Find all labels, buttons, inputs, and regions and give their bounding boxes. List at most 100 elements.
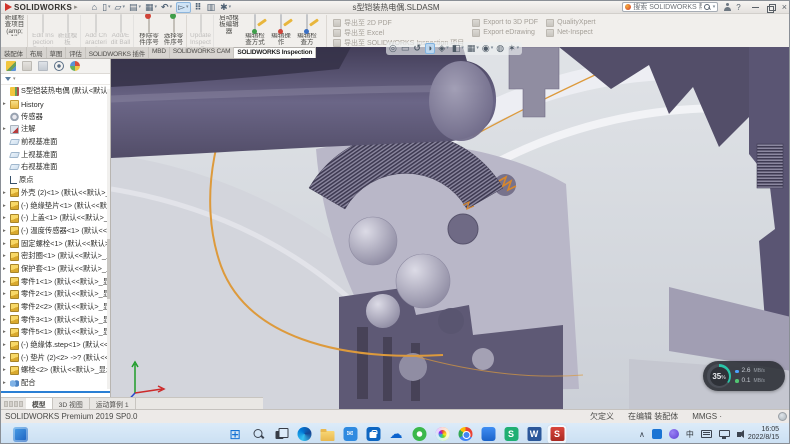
hide-show-items-icon[interactable]: ◉▾ <box>482 44 493 53</box>
help-button[interactable]: ? <box>736 3 740 12</box>
command-tab[interactable]: SOLIDWORKS Inspection <box>234 47 316 58</box>
expand-arrow-icon[interactable]: ▸ <box>3 279 8 285</box>
tree-item[interactable]: ▸ 外壳 (2)<1> (默认<<默认>_显示状 <box>1 187 110 200</box>
expand-arrow-icon[interactable]: ▸ <box>3 355 8 361</box>
login-icon[interactable] <box>723 3 731 11</box>
zoom-area-icon[interactable]: ▭ <box>401 44 411 53</box>
speaker-icon[interactable] <box>737 432 741 437</box>
command-tab[interactable]: 评估 <box>66 47 86 58</box>
tab-scroll-buttons[interactable] <box>1 398 26 409</box>
tray-expand-icon[interactable]: ∧ <box>639 430 645 439</box>
rebuild-icon[interactable]: ⠿ <box>195 3 203 12</box>
tree-item[interactable]: ▸ (-) 绝缘体.step<1> (默认<<默认> <box>1 339 110 352</box>
search-input[interactable]: 搜索 SOLIDWORKS 帮助 ▾ <box>622 2 718 12</box>
tree-item[interactable]: ▸ 零件3<1> (默认<<默认>_显示状态 <box>1 313 110 326</box>
tree-item[interactable]: ▸ 零件2<2> (默认<<默认>_显示状态 <box>1 301 110 314</box>
tree-split-bar[interactable] <box>1 391 110 393</box>
status-globe-icon[interactable] <box>778 412 787 421</box>
expand-arrow-icon[interactable]: ▸ <box>3 329 8 335</box>
task-view-icon[interactable] <box>272 425 291 444</box>
featuremanager-tree-tab[interactable] <box>6 61 16 71</box>
tree-item[interactable]: ▸ History <box>1 98 110 111</box>
3d-model-scene[interactable] <box>111 47 790 409</box>
expand-arrow-icon[interactable]: ▸ <box>3 317 8 323</box>
home-icon[interactable]: ⌂ <box>92 3 98 12</box>
tree-item[interactable]: 上视基准面 <box>1 148 110 161</box>
3d-viewport[interactable] <box>111 47 790 409</box>
tree-item[interactable]: S型铠装热电偶 (默认<默认_显示状态-1 <box>1 85 110 98</box>
new-document-icon[interactable]: ▯▾ <box>102 3 110 12</box>
expand-arrow-icon[interactable]: ▸ <box>3 253 8 259</box>
display-icon[interactable] <box>719 430 730 437</box>
model-tab[interactable]: 模型 <box>26 398 53 409</box>
tree-scrollbar[interactable] <box>107 89 110 389</box>
taskbar-clock[interactable]: 16:05 2022/8/15 <box>748 426 783 442</box>
filter-dropdown-icon[interactable]: ▾ <box>13 76 16 82</box>
view-orientation-icon[interactable]: ◧▾ <box>452 44 464 53</box>
apply-scene-icon[interactable]: ✶▾ <box>508 44 519 53</box>
expand-arrow-icon[interactable]: ▸ <box>3 342 8 348</box>
tree-item[interactable]: ▸ 配合 <box>1 377 110 390</box>
tree-item[interactable]: ▸ 零件1<1> (默认<<默认>_显示状态 <box>1 275 110 288</box>
display-style-icon[interactable]: ▦▾ <box>467 44 479 53</box>
export-menu-item[interactable]: 导出至 Excel <box>333 28 464 37</box>
export-menu-item[interactable]: Export eDrawing <box>472 28 538 37</box>
tree-item[interactable]: 原点 <box>1 174 110 187</box>
green-app-icon[interactable] <box>410 425 429 444</box>
section-view-icon[interactable]: ◑ <box>425 43 435 54</box>
filter-icon[interactable] <box>5 77 11 81</box>
expand-arrow-icon[interactable]: ▸ <box>3 215 8 221</box>
export-menu-item[interactable]: 导出至 2D PDF <box>333 18 464 27</box>
model-tab[interactable]: 运动算例 1 <box>90 398 136 409</box>
zoom-fit-icon[interactable]: ◎ <box>389 44 398 53</box>
expand-arrow-icon[interactable]: ▸ <box>3 228 8 234</box>
search-dropdown-icon[interactable]: ▾ <box>713 4 716 10</box>
options-icon[interactable]: ✱▾ <box>220 3 231 12</box>
file-explorer-icon[interactable] <box>318 425 337 444</box>
command-tab[interactable]: 草图 <box>47 47 67 58</box>
tree-item[interactable]: 传感器 <box>1 110 110 123</box>
file-properties-icon[interactable]: ▥ <box>207 3 217 12</box>
expand-arrow-icon[interactable]: ▸ <box>3 266 8 272</box>
ime-mode-indicator[interactable]: 中 <box>686 429 694 440</box>
expand-arrow-icon[interactable]: ▸ <box>3 304 8 310</box>
solidworks-logo[interactable]: SOLIDWORKS ▸ <box>1 3 82 12</box>
model-tab[interactable]: 3D 视图 <box>53 398 90 409</box>
ime-keyboard-icon[interactable] <box>701 430 712 438</box>
tree-item[interactable]: 前视基准面 <box>1 136 110 149</box>
expand-arrow-icon[interactable]: ▸ <box>3 203 8 209</box>
menu-expand-icon[interactable]: ▸ <box>74 3 78 11</box>
tray-app-purple-icon[interactable] <box>669 429 679 439</box>
onedrive-icon[interactable]: ☁ <box>387 425 406 444</box>
tree-item[interactable]: 右视基准面 <box>1 161 110 174</box>
open-icon[interactable]: ▱▾ <box>115 3 125 12</box>
export-menu-item[interactable]: Export to 3D PDF <box>472 18 538 27</box>
expand-arrow-icon[interactable]: ▸ <box>3 291 8 297</box>
export-menu-item[interactable]: Net-Inspect <box>546 28 596 37</box>
search-icon[interactable] <box>249 425 268 444</box>
performance-float-widget[interactable]: 35% 2.6MB/s 0.1MB/s <box>703 361 785 391</box>
tree-item[interactable]: ▸ (-) 垫片 (2)<2> ->? (默认<<默认 <box>1 351 110 364</box>
edit-appearance-icon[interactable]: ◍ <box>496 44 505 53</box>
close-button[interactable]: × <box>782 3 787 12</box>
tray-app-blue-icon[interactable] <box>652 429 662 439</box>
tree-item[interactable]: ▸ 螺栓<2> (默认<<默认>_显示状态 <box>1 364 110 377</box>
expand-arrow-icon[interactable]: ▸ <box>3 126 8 132</box>
photos-app-icon[interactable] <box>433 425 452 444</box>
command-tab[interactable]: 装配体 <box>1 47 27 58</box>
command-tab[interactable]: SOLIDWORKS 插件 <box>86 47 149 58</box>
propertymanager-tab[interactable] <box>22 61 32 71</box>
tree-item[interactable]: ▸ (-) 绝缘垫片<1> (默认<<默认>_显 <box>1 199 110 212</box>
chrome-icon[interactable] <box>456 425 475 444</box>
widgets-icon[interactable] <box>13 427 28 442</box>
green-s-app-icon[interactable]: S <box>502 425 521 444</box>
dimxpert-manager-tab[interactable] <box>54 61 64 71</box>
print-icon[interactable]: ▦▾ <box>145 3 157 12</box>
select-icon[interactable]: ▻▾ <box>176 2 190 13</box>
expand-arrow-icon[interactable]: ▸ <box>3 190 8 196</box>
start-icon[interactable]: ⊞ <box>226 425 245 444</box>
tree-item[interactable]: ▸ 零件5<1> (默认<<默认>_显示状态 <box>1 326 110 339</box>
mail-icon[interactable]: ✉ <box>341 425 360 444</box>
display-manager-tab[interactable] <box>70 61 80 71</box>
command-tab[interactable]: MBD <box>149 47 170 58</box>
